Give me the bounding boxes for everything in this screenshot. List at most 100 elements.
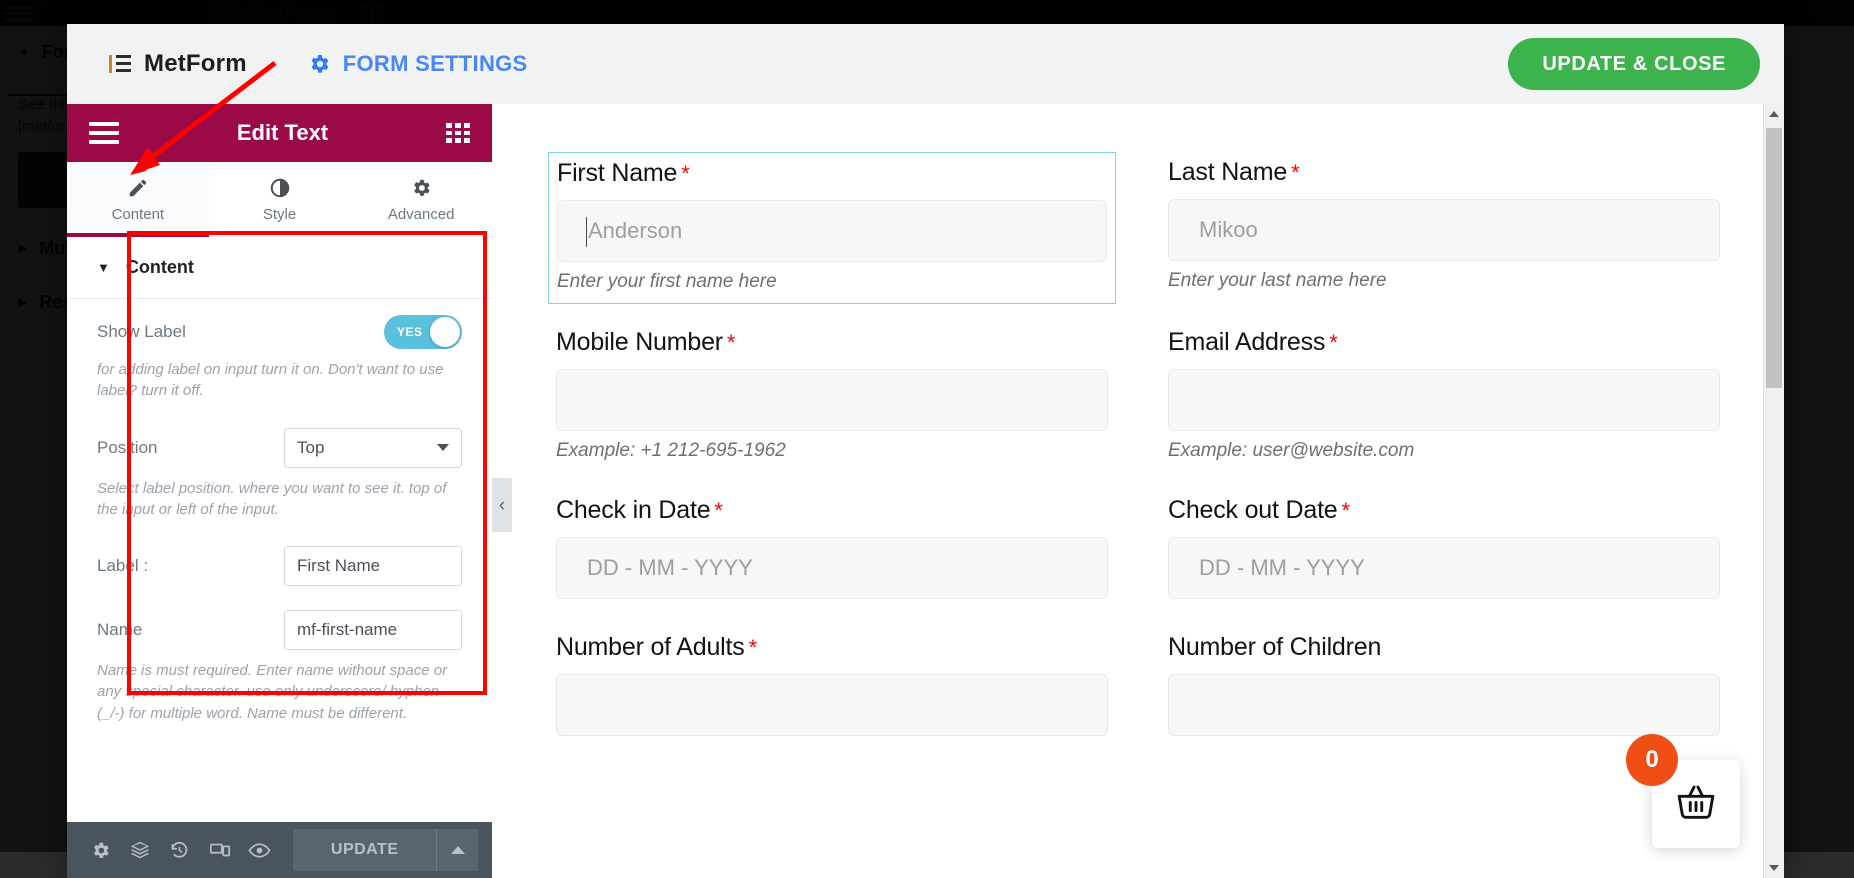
chevron-left-icon: ‹ xyxy=(498,494,506,516)
toggle-knob xyxy=(430,317,460,347)
form-settings-label: FORM SETTINGS xyxy=(342,51,528,76)
field-label: Email Address * xyxy=(1168,328,1720,357)
control-name: Name Name is must required. Enter name w… xyxy=(67,588,492,726)
field-label: Check out Date * xyxy=(1168,496,1720,525)
form-field-first-name[interactable]: First Name * Anderson Enter your first na… xyxy=(548,152,1116,304)
field-label-text: Number of Adults xyxy=(556,633,745,661)
field-label-text: Last Name xyxy=(1168,158,1288,186)
brand-name: MetForm xyxy=(144,50,247,77)
position-label: Position xyxy=(97,437,158,457)
form-grid: First Name * Anderson Enter your first na… xyxy=(548,152,1728,764)
form-field-email-address[interactable]: Email Address * Example: user@website.com xyxy=(1160,322,1728,472)
control-show-label: Show Label YES for adding label on input… xyxy=(67,299,492,404)
history-icon[interactable] xyxy=(160,828,200,872)
pencil-icon xyxy=(67,174,209,202)
field-input[interactable] xyxy=(556,674,1108,736)
form-field-last-name[interactable]: Last Name * Mikoo Enter your last name he… xyxy=(1160,152,1728,304)
content-section-title: Content xyxy=(125,257,194,277)
show-label-toggle[interactable]: YES xyxy=(384,315,462,349)
field-label: Last Name * xyxy=(1168,158,1720,187)
name-field-input[interactable] xyxy=(284,610,462,651)
form-settings-button[interactable]: FORM SETTINGS xyxy=(307,51,528,77)
modal-topbar: MetForm FORM SETTINGS UPDATE & CLOSE xyxy=(67,24,1784,104)
gear-icon xyxy=(307,52,331,76)
field-help-text: Enter your first name here xyxy=(557,271,777,292)
caret-down-icon: ▼ xyxy=(97,260,110,275)
panel-tabs: Content Style Advanced xyxy=(67,162,492,237)
chevron-down-icon xyxy=(437,444,449,452)
scrollbar-thumb[interactable] xyxy=(1766,128,1782,388)
form-field-number-of-adults[interactable]: Number of Adults * xyxy=(548,627,1116,746)
control-label: Label : xyxy=(67,522,492,588)
field-input[interactable]: DD - MM - YYYY xyxy=(556,537,1108,599)
eye-icon[interactable] xyxy=(239,828,279,872)
field-label-text: Email Address xyxy=(1168,328,1326,356)
field-label: Mobile Number * xyxy=(556,328,1108,357)
grid-icon[interactable] xyxy=(446,123,470,143)
field-label-text: Number of Children xyxy=(1168,633,1382,661)
name-field-label: Name xyxy=(97,620,143,640)
field-input[interactable]: DD - MM - YYYY xyxy=(1168,537,1720,599)
field-label: First Name * xyxy=(557,159,1107,188)
field-input[interactable] xyxy=(556,369,1108,431)
required-marker: * xyxy=(714,498,723,523)
tab-content[interactable]: Content xyxy=(67,162,209,237)
hamburger-icon[interactable] xyxy=(89,122,119,144)
position-description: Select label position. where you want to… xyxy=(97,479,447,518)
tab-advanced-label: Advanced xyxy=(387,206,455,223)
list-icon xyxy=(109,54,131,74)
panel-collapse-handle[interactable]: ‹ xyxy=(492,478,512,532)
field-label-text: Mobile Number xyxy=(556,328,723,356)
field-label-text: Check in Date xyxy=(556,496,711,524)
content-section-header[interactable]: ▼ Content xyxy=(67,237,492,299)
field-label-text: First Name xyxy=(557,159,678,187)
responsive-icon[interactable] xyxy=(200,828,240,872)
required-marker: * xyxy=(681,161,690,186)
panel-update-button[interactable]: UPDATE xyxy=(292,829,437,871)
update-and-close-button[interactable]: UPDATE & CLOSE xyxy=(1508,38,1760,90)
field-input[interactable] xyxy=(1168,674,1720,736)
layers-icon[interactable] xyxy=(121,828,161,872)
gear-icon xyxy=(350,174,492,202)
form-field-check-out-date[interactable]: Check out Date * DD - MM - YYYY xyxy=(1160,490,1728,609)
scroll-up-arrow[interactable] xyxy=(1764,104,1784,124)
panel-footer: UPDATE xyxy=(67,822,492,878)
elementor-panel: Edit Text Content Style Advanced ▼ Conte… xyxy=(67,104,492,878)
modal-body: Edit Text Content Style Advanced ▼ Conte… xyxy=(67,104,1784,878)
screen: Edit MetForm Search Widget... ▼ Form See… xyxy=(0,0,1854,878)
control-position: Position Top Select label position. wher… xyxy=(67,404,492,523)
tab-style[interactable]: Style xyxy=(209,162,351,236)
required-marker: * xyxy=(748,635,758,660)
field-label-text: Check out Date xyxy=(1168,496,1338,524)
basket-icon xyxy=(1673,779,1719,830)
tab-content-label: Content xyxy=(111,206,165,223)
canvas-scrollbar[interactable] xyxy=(1763,104,1784,878)
tab-advanced[interactable]: Advanced xyxy=(350,162,492,236)
panel-header: Edit Text xyxy=(67,104,492,162)
form-field-check-in-date[interactable]: Check in Date * DD - MM - YYYY xyxy=(548,490,1116,609)
name-field-description: Name is must required. Enter name withou… xyxy=(97,662,448,722)
required-marker: * xyxy=(1329,330,1338,355)
field-input[interactable]: Mikoo xyxy=(1168,199,1720,261)
field-help-text: Example: +1 212-695-1962 xyxy=(556,440,786,461)
required-marker: * xyxy=(1291,160,1300,185)
preview-canvas: First Name * Anderson Enter your first na… xyxy=(492,104,1784,878)
required-marker: * xyxy=(1341,498,1351,523)
field-input[interactable] xyxy=(1168,369,1720,431)
label-field-input[interactable] xyxy=(284,546,462,587)
field-label: Number of Adults * xyxy=(556,633,1108,662)
gear-icon[interactable] xyxy=(81,828,121,872)
field-label: Number of Children xyxy=(1168,633,1720,662)
show-label-label: Show Label xyxy=(97,322,186,341)
panel-controls-scroll[interactable]: ▼ Content Show Label YES for adding labe… xyxy=(67,237,492,822)
field-input[interactable]: Anderson xyxy=(557,200,1107,262)
caret-up-icon[interactable] xyxy=(436,829,478,871)
position-select[interactable]: Top xyxy=(284,427,462,468)
form-field-number-of-children[interactable]: Number of Children xyxy=(1160,627,1728,746)
label-field-label: Label : xyxy=(97,556,149,576)
field-help-text: Enter your last name here xyxy=(1168,270,1387,291)
half-circle-icon xyxy=(209,174,351,202)
required-marker: * xyxy=(726,330,736,355)
cart-widget[interactable]: 0 xyxy=(1626,734,1740,848)
form-field-mobile-number[interactable]: Mobile Number * Example: +1 212-695-1962 xyxy=(548,322,1116,472)
